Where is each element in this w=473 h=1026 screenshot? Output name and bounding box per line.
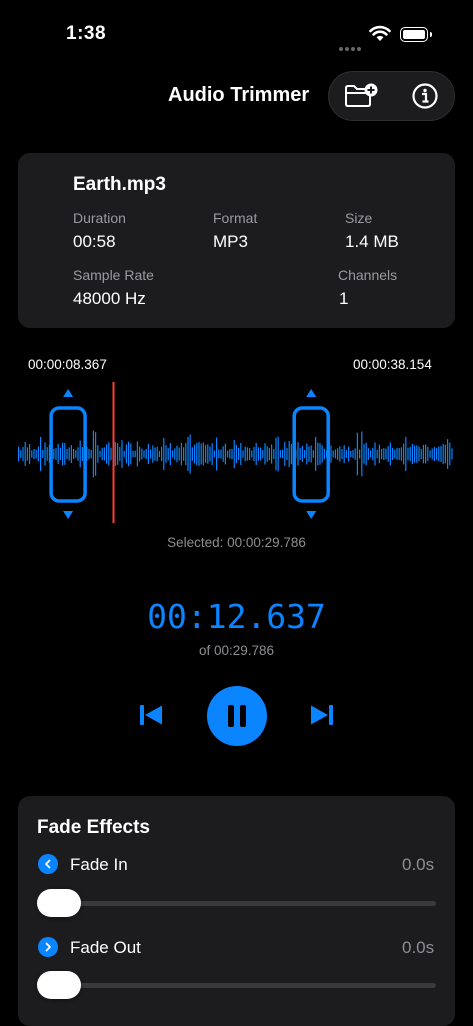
file-name: Earth.mp3	[73, 174, 166, 195]
fade-out-label: Fade Out	[70, 938, 141, 957]
pause-icon	[228, 705, 246, 727]
folder-add-icon	[344, 83, 377, 107]
cellular-signal-icon	[339, 38, 363, 51]
trim-end-time: 00:00:38.154	[353, 357, 432, 372]
skip-forward-button[interactable]	[305, 698, 339, 732]
fade-out-value: 0.0s	[402, 938, 435, 957]
duration-label: Duration	[73, 210, 126, 226]
fade-out-icon	[38, 937, 58, 957]
channels-value: 1	[339, 289, 349, 308]
format-label: Format	[213, 210, 258, 226]
add-folder-button[interactable]	[329, 72, 392, 120]
fade-effects-title: Fade Effects	[37, 817, 150, 838]
skip-back-icon	[140, 705, 162, 725]
fade-in-slider-thumb[interactable]	[37, 889, 81, 917]
fade-out-slider[interactable]	[37, 971, 436, 999]
battery-icon	[400, 27, 432, 42]
current-time: 00:12.637	[147, 597, 326, 636]
wifi-icon	[369, 25, 391, 47]
info-icon	[411, 83, 438, 109]
status-time: 1:38	[66, 23, 107, 44]
size-label: Size	[345, 210, 373, 226]
sample-rate-label: Sample Rate	[73, 267, 154, 283]
waveform[interactable]	[0, 380, 473, 525]
info-button[interactable]	[393, 72, 456, 120]
selected-duration: Selected: 00:00:29.786	[167, 535, 306, 550]
fade-in-label: Fade In	[70, 855, 128, 874]
fade-in-icon	[38, 854, 58, 874]
total-time: of 00:29.786	[198, 643, 275, 658]
fade-effects-card: Fade Effects Fade In 0.0s Fade Out 0.0s	[18, 796, 455, 1026]
nav-toolbar	[328, 71, 455, 121]
channels-label: Channels	[338, 267, 398, 283]
fade-in-value: 0.0s	[402, 855, 435, 874]
size-value: 1.4 MB	[345, 232, 399, 251]
play-pause-button[interactable]	[207, 686, 267, 746]
fade-out-slider-thumb[interactable]	[37, 971, 81, 999]
skip-forward-icon	[311, 705, 333, 725]
skip-back-button[interactable]	[134, 698, 168, 732]
trim-start-time: 00:00:08.367	[28, 357, 107, 372]
waveform-bars	[18, 430, 453, 478]
fade-in-slider[interactable]	[37, 889, 436, 917]
sample-rate-value: 48000 Hz	[73, 289, 146, 308]
format-value: MP3	[213, 232, 248, 251]
file-info-card: Earth.mp3 Duration 00:58 Format MP3 Size…	[18, 153, 455, 328]
duration-value: 00:58	[73, 232, 116, 251]
nav-title: Audio Trimmer	[168, 84, 310, 106]
